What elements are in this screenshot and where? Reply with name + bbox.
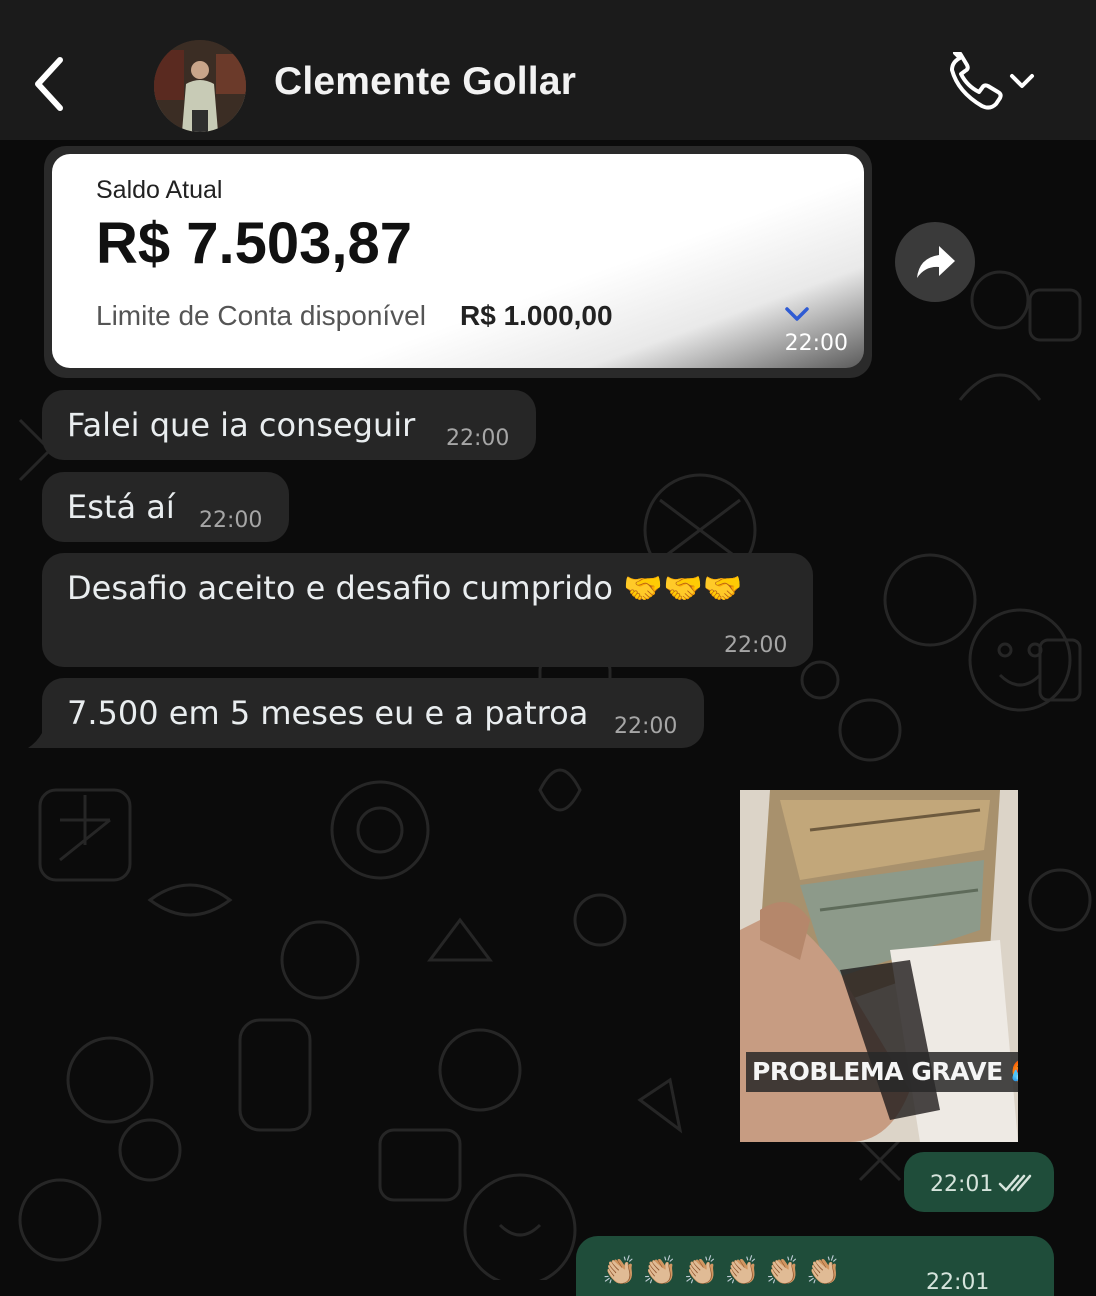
outgoing-image-message[interactable]: PROBLEMA GRAVE 🥵🥵 (740, 790, 1018, 1142)
message-bubble[interactable]: Desafio aceito e desafio cumprido 🤝🤝🤝 22… (42, 553, 813, 667)
message-time: 22:00 (724, 633, 788, 658)
balance-card: Saldo Atual R$ 7.503,87 Limite de Conta … (52, 154, 864, 368)
chat-header: Clemente Gollar (0, 0, 1096, 140)
phone-icon[interactable] (946, 52, 1046, 112)
contact-name[interactable]: Clemente Gollar (274, 60, 576, 104)
limit-value: R$ 1.000,00 (460, 300, 613, 331)
chevron-down-icon (1010, 74, 1034, 88)
message-time: 22:01 (930, 1172, 994, 1197)
message-bubble[interactable]: 7.500 em 5 meses eu e a patroa 22:00 (42, 678, 704, 748)
message-time: 22:00 (614, 714, 678, 739)
message-bubble[interactable]: Falei que ia conseguir 22:00 (42, 390, 536, 460)
image-caption: PROBLEMA GRAVE 🥵🥵 (746, 1052, 1018, 1092)
message-time: 22:00 (446, 426, 510, 451)
balance-amount: R$ 7.503,87 (96, 211, 413, 276)
message-text: Desafio aceito e desafio cumprido 🤝🤝🤝 (67, 569, 743, 607)
message-time: 22:00 (784, 331, 848, 356)
message-bubble[interactable]: Está aí 22:00 (42, 472, 289, 542)
forward-button[interactable] (895, 222, 975, 302)
avatar[interactable] (154, 40, 246, 132)
message-text: Falei que ia conseguir (67, 406, 416, 444)
message-text: 👏🏼👏🏼👏🏼👏🏼👏🏼👏🏼 (602, 1254, 848, 1287)
outgoing-message-bubble[interactable]: 👏🏼👏🏼👏🏼👏🏼👏🏼👏🏼 22:01 (576, 1236, 1054, 1296)
message-time: 22:00 (199, 508, 263, 533)
outgoing-bubble-time: 22:01 (904, 1152, 1054, 1212)
chevron-down-icon[interactable] (784, 304, 810, 324)
back-chevron-icon[interactable] (28, 52, 72, 116)
message-text: Está aí (67, 488, 175, 526)
forward-icon (917, 246, 955, 278)
message-text: 7.500 em 5 meses eu e a patroa (67, 694, 589, 732)
limit-label: Limite de Conta disponível (96, 300, 426, 331)
balance-label: Saldo Atual (96, 176, 223, 204)
image-message-balance[interactable]: Saldo Atual R$ 7.503,87 Limite de Conta … (44, 146, 872, 378)
message-time: 22:01 (926, 1270, 990, 1295)
double-check-icon (998, 1174, 1032, 1192)
